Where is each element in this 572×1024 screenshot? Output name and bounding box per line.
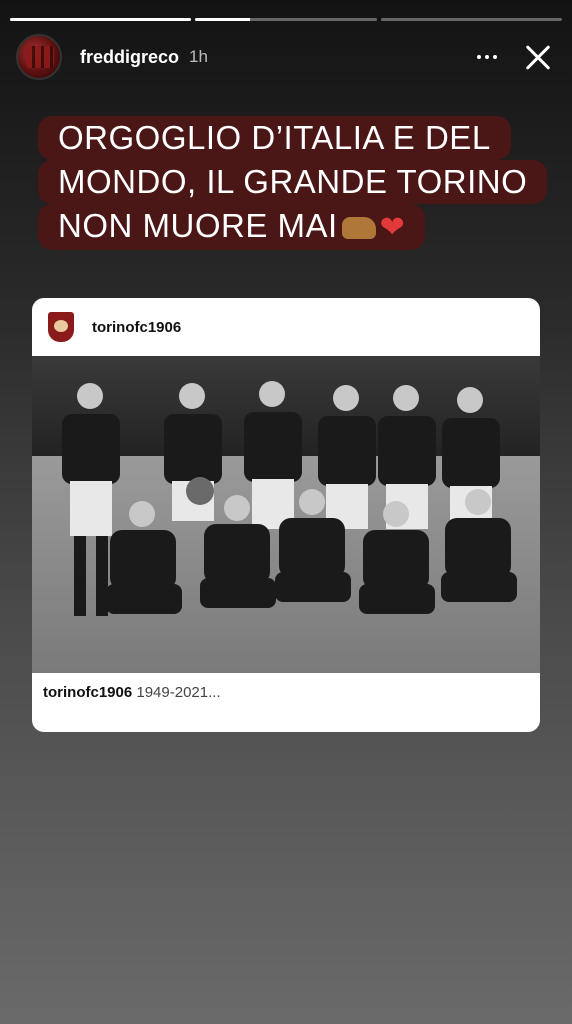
progress-segment-2 [195,18,377,21]
story-caption: ORGOGLIO D’ITALIA E DEL MONDO, IL GRANDE… [38,116,548,251]
caption-line-3: NON MUORE MAI ❤ [38,204,426,251]
caption-text: 1949-2021... [136,684,221,701]
progress-segment-1 [10,18,192,21]
more-options-icon[interactable] [472,42,502,72]
caption-line-1: ORGOGLIO D’ITALIA E DEL [38,116,511,160]
shared-post-header: torinofc1906 [32,298,540,356]
caption-line-2: MONDO, IL GRANDE TORINO [38,160,548,204]
ox-emoji-icon [341,217,376,240]
shared-post-card[interactable]: torinofc1906 torinofc1906 1949-2021... [32,298,540,732]
shared-post-author[interactable]: torinofc1906 [92,319,181,336]
shared-post-caption: torinofc1906 1949-2021... [43,684,221,701]
team-photo [32,356,540,673]
progress-segment-3 [380,18,562,21]
caption-author: torinofc1906 [43,684,133,701]
heart-emoji-icon: ❤ [379,211,406,245]
story-header: freddigreco 1h [16,34,558,80]
torino-crest-icon [48,312,74,342]
post-time: 1h [189,47,208,66]
username[interactable]: freddigreco [80,47,179,68]
close-icon[interactable] [518,37,558,77]
avatar[interactable] [16,34,62,80]
story-progress-bar [10,18,562,21]
